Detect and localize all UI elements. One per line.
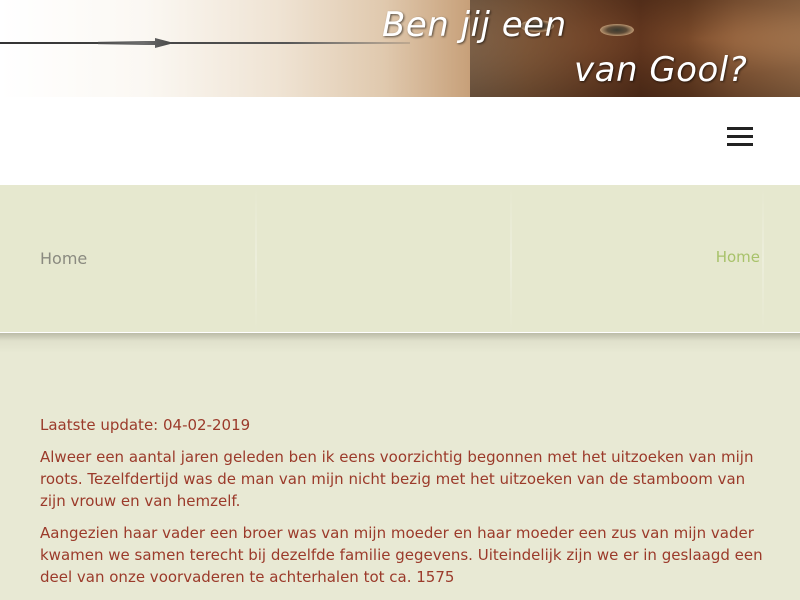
- page-title: Home: [40, 249, 88, 268]
- panel-divider: [255, 185, 257, 333]
- banner-eye-right: [600, 24, 634, 36]
- hamburger-bar: [727, 127, 753, 130]
- hamburger-bar: [727, 135, 753, 138]
- banner-title-line2: van Gool?: [574, 50, 748, 90]
- breadcrumb-home-link[interactable]: Home: [716, 248, 760, 266]
- banner-title-line1: Ben jij een: [382, 5, 567, 45]
- panel-divider: [510, 185, 512, 333]
- header-shadow: [0, 333, 800, 353]
- last-update-text: Laatste update: 04-02-2019: [40, 416, 251, 434]
- intro-paragraph-1: Alweer een aantal jaren geleden ben ik e…: [40, 448, 754, 510]
- banner-line: [0, 42, 410, 44]
- navbar: [0, 97, 800, 185]
- hamburger-menu-icon[interactable]: [727, 127, 753, 147]
- header-banner: Ben jij een van Gool?: [0, 0, 800, 97]
- intro-paragraph-2: Aangezien haar vader een broer was van m…: [40, 524, 763, 586]
- banner-arrow-icon: [98, 38, 174, 48]
- main-content: Laatste update: 04-02-2019 Alweer een aa…: [40, 414, 765, 598]
- panel-divider: [762, 185, 764, 333]
- hamburger-bar: [727, 143, 753, 146]
- page-header: Home Home: [0, 185, 800, 333]
